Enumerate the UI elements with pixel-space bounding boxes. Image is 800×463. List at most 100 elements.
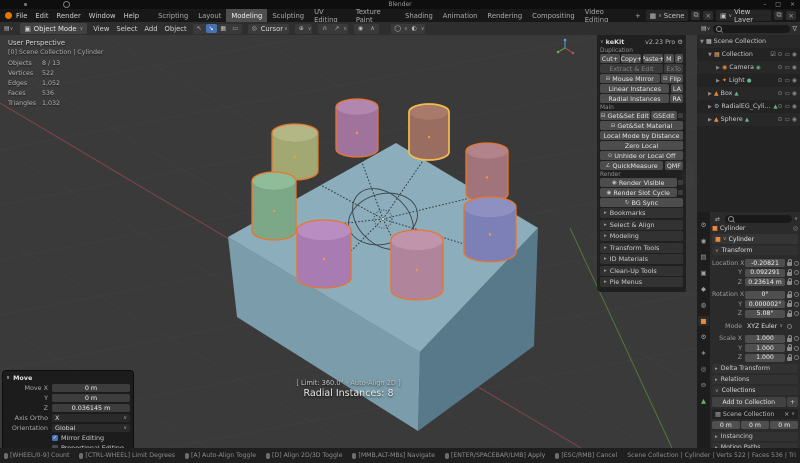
hide-eye-icon[interactable]: ⊙ (778, 78, 783, 84)
lock-icon[interactable] (787, 272, 792, 276)
properties-tab-world[interactable]: ◍ (698, 300, 709, 310)
properties-tab-tool[interactable]: ⚙ (698, 220, 709, 230)
properties-editor-icon[interactable]: ⇄ (712, 215, 723, 224)
disable-render-icon[interactable]: ◉ (792, 117, 797, 123)
properties-tab-modifiers[interactable]: ⚙ (698, 332, 709, 342)
kekit-button-la[interactable]: LA (671, 84, 683, 93)
kekit-button-get-set-material[interactable]: ⊟Get&Set Material (600, 121, 683, 130)
kekit-button-linear-instances[interactable]: Linear Instances (600, 84, 669, 93)
disable-render-icon[interactable]: ◉ (792, 78, 797, 84)
kekit-panel-transform-tools[interactable]: ▸Transform Tools (600, 243, 683, 253)
menu-help[interactable]: Help (124, 12, 140, 20)
workspace-tab-compositing[interactable]: Compositing (527, 9, 580, 22)
disable-viewport-icon[interactable]: ▭ (784, 65, 789, 71)
kekit-button-gsedit[interactable]: GSEdit (651, 111, 676, 120)
collection-assignment[interactable]: ▦ Scene Collection × ∨ (712, 409, 798, 419)
kekit-panel-pie-menus[interactable]: ▸Pie Menus (600, 277, 683, 287)
blender-logo-icon[interactable] (5, 12, 12, 19)
kekit-button-ra[interactable]: RA (670, 94, 683, 103)
y-field[interactable]: 1.000 (745, 344, 785, 352)
decorator-icon[interactable] (794, 336, 799, 341)
kekit-panel-bookmarks[interactable]: ▸Bookmarks (600, 208, 683, 218)
lock-icon[interactable] (787, 294, 792, 298)
viewport-menu-add[interactable]: Add (144, 25, 157, 33)
offset-field[interactable]: 0 m (741, 421, 769, 429)
viewport-menu-object[interactable]: Object (165, 25, 187, 33)
z-field[interactable]: 0.23614 m (745, 278, 785, 286)
collection-options-icon[interactable]: ∨ (791, 411, 795, 417)
properties-panel-delta-transform[interactable]: ▸Delta Transform (712, 364, 798, 373)
kekit-button-paste[interactable]: Paste+ (643, 54, 663, 63)
option-checkbox[interactable] (678, 180, 683, 185)
decorator-icon[interactable] (794, 270, 799, 275)
disable-render-icon[interactable]: ◉ (792, 104, 797, 110)
kekit-button-render-visible[interactable]: ◉Render Visible (600, 178, 677, 187)
add-to-collection-button[interactable]: Add to Collection (712, 397, 786, 407)
transform-panel-header[interactable]: ∨ Transform (712, 246, 798, 255)
option-checkbox[interactable] (678, 190, 683, 195)
pivot-point-label[interactable]: Cursor (261, 25, 283, 33)
outliner-editor-icon[interactable]: ▤∨ (700, 24, 711, 33)
workspace-tab-scripting[interactable]: Scripting (153, 9, 193, 22)
overlays-icon[interactable]: ◐ (409, 24, 420, 33)
outliner-item-scene-collection[interactable]: ▼▦Scene Collection (697, 35, 800, 48)
scale-x-field[interactable]: 1.000 (745, 335, 785, 343)
proportional-falloff-icon[interactable]: ∧ (367, 24, 378, 33)
lock-icon[interactable] (787, 303, 792, 307)
kekit-panel-id-materials[interactable]: ▸ID Materials (600, 254, 683, 264)
decorator-icon[interactable] (794, 311, 799, 316)
kekit-panel-clean-up-tools[interactable]: ▸Clean-Up Tools (600, 266, 683, 276)
menu-file[interactable]: File (16, 12, 27, 20)
new-view-layer-button[interactable]: ⧉ (774, 11, 783, 20)
workspace-tab-texture-paint[interactable]: Texture Paint (351, 9, 400, 22)
kekit-button-local-mode-by-distance[interactable]: Local Mode by Distance (600, 131, 683, 140)
workspace-tab-modeling[interactable]: Modeling (226, 9, 267, 22)
outliner-item-light[interactable]: ▶✦Light●⊙▭◉ (697, 74, 800, 87)
decorator-icon[interactable] (794, 280, 799, 285)
unlink-scene-button[interactable]: × (703, 11, 713, 20)
disable-viewport-icon[interactable]: ▭ (784, 104, 789, 110)
workspace-tab-shading[interactable]: Shading (400, 9, 438, 22)
option-checkbox[interactable] (678, 113, 683, 118)
kekit-button-unhide-or-local-off[interactable]: ⊙Unhide or Local Off (600, 151, 683, 160)
workspace-tab-uv-editing[interactable]: UV Editing (309, 9, 351, 22)
kekit-button-exto[interactable]: ExTo (664, 64, 683, 73)
properties-tab-particles[interactable]: ∗ (698, 348, 709, 358)
menu-window[interactable]: Window (89, 12, 116, 20)
add-workspace-button[interactable]: + (630, 9, 646, 22)
workspace-tab-video-editing[interactable]: Video Editing (580, 9, 630, 22)
lock-icon[interactable] (787, 347, 792, 351)
properties-tab-data[interactable]: ▲ (698, 396, 709, 406)
outliner-item-camera[interactable]: ▶◉Camera◉⊙▭◉ (697, 61, 800, 74)
move-x-field[interactable]: 0 m (52, 384, 130, 392)
disable-render-icon[interactable]: ◉ (792, 65, 797, 71)
y-field[interactable]: 0.000002° (745, 300, 785, 308)
new-scene-button[interactable]: ⧉ (691, 11, 700, 20)
workspace-tab-layout[interactable]: Layout (193, 9, 226, 22)
lock-icon[interactable] (787, 357, 792, 361)
viewport-menu-view[interactable]: View (93, 25, 109, 33)
remove-view-layer-button[interactable]: × (786, 11, 796, 20)
decorator-icon[interactable] (794, 302, 799, 307)
kekit-collapse-icon[interactable]: ∨ (600, 39, 604, 45)
outliner-item-sphere[interactable]: ▶▲Sphere▲⊙▭◉ (697, 113, 800, 126)
location-x-field[interactable]: -0.20821 (745, 259, 785, 267)
kekit-button-flip[interactable]: ⊟Flip (661, 74, 683, 83)
object-name-header[interactable]: ■ ∨ Cylinder (712, 234, 798, 244)
snap-target-icon[interactable]: ↗ (331, 24, 342, 33)
kekit-panel-select-align[interactable]: ▸Select & Align (600, 220, 683, 230)
kekit-button-bg-sync[interactable]: ↻BG Sync (600, 198, 683, 207)
disable-viewport-icon[interactable]: ▭ (784, 52, 789, 58)
z-field[interactable]: 1.000 (745, 354, 785, 362)
properties-tab-constraints[interactable]: ⊖ (698, 380, 709, 390)
decorator-icon[interactable] (787, 324, 792, 329)
workspace-tab-sculpting[interactable]: Sculpting (267, 9, 309, 22)
kekit-panel-modeling[interactable]: ▸Modeling (600, 231, 683, 241)
proportional-editing-icon[interactable]: ◉ (355, 24, 366, 33)
mirror-editing-checkbox[interactable]: ✓Mirror Editing (6, 433, 130, 442)
disable-render-icon[interactable]: ◉ (792, 91, 797, 97)
decorator-icon[interactable] (794, 292, 799, 297)
move-tool-icon[interactable]: ▭ (230, 24, 241, 33)
properties-tab-scene[interactable]: ◆ (698, 284, 709, 294)
kekit-button-zero-local[interactable]: Zero Local (600, 141, 683, 150)
